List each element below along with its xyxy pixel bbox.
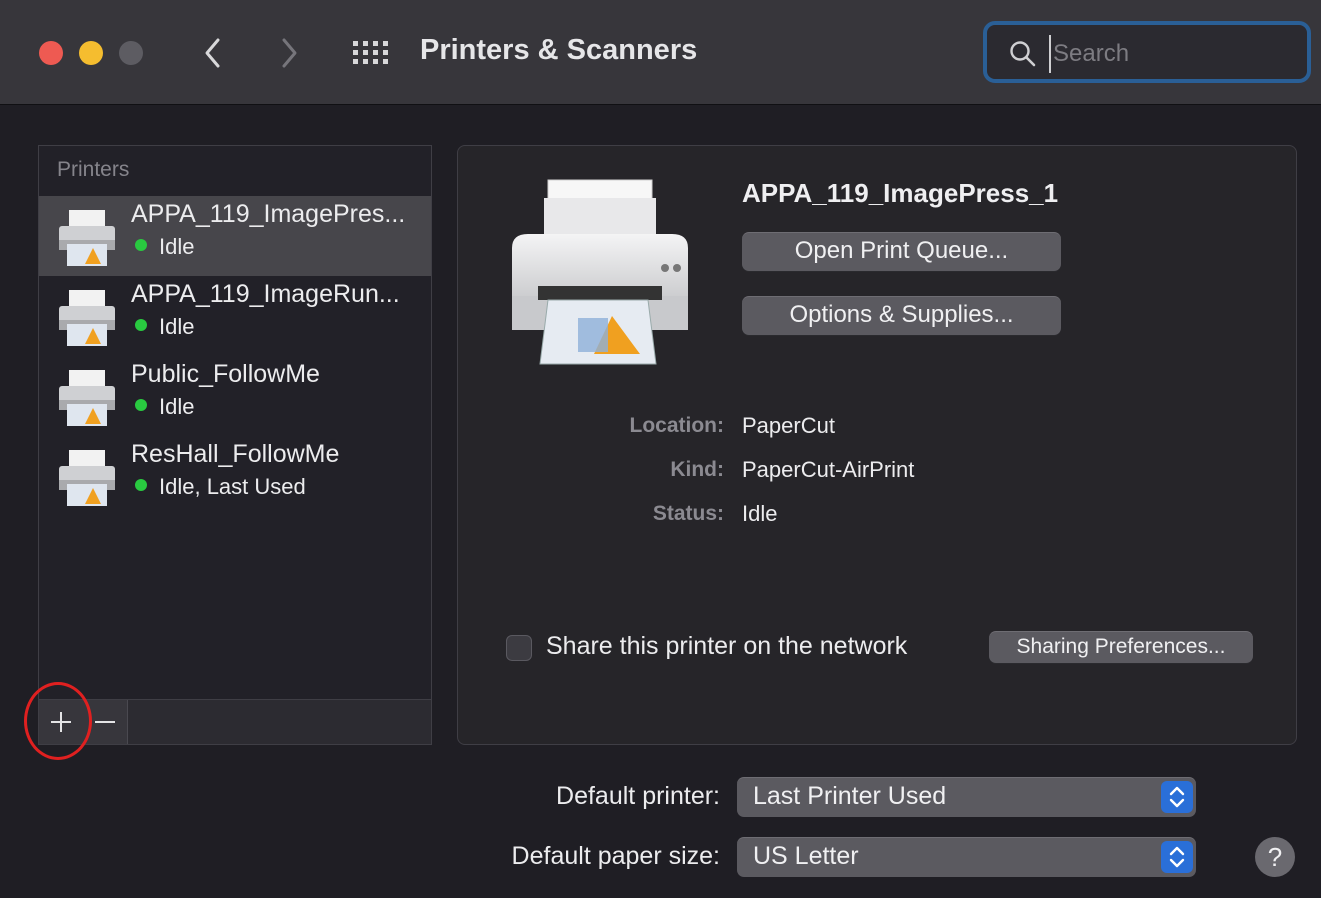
grid-icon bbox=[353, 41, 388, 64]
minus-icon bbox=[95, 721, 115, 723]
up-down-chevron-icon bbox=[1169, 786, 1185, 808]
printer-name: APPA_119_ImagePres... bbox=[131, 200, 406, 228]
forward-button[interactable] bbox=[270, 34, 310, 72]
share-printer-checkbox[interactable] bbox=[506, 635, 532, 661]
options-supplies-button[interactable]: Options & Supplies... bbox=[742, 296, 1061, 335]
chevron-right-icon bbox=[282, 38, 297, 68]
printer-status: Idle bbox=[159, 234, 195, 259]
printer-list-item[interactable]: APPA_119_ImageRun... Idle bbox=[39, 276, 431, 356]
status-dot bbox=[135, 239, 147, 251]
search-input[interactable] bbox=[1049, 35, 1295, 73]
kind-value: PaperCut-AirPrint bbox=[742, 457, 915, 482]
status-dot bbox=[135, 479, 147, 491]
default-printer-select[interactable]: Last Printer Used bbox=[737, 777, 1196, 817]
back-button[interactable] bbox=[194, 34, 234, 72]
sharing-preferences-button[interactable]: Sharing Preferences... bbox=[989, 631, 1253, 663]
printer-icon bbox=[59, 370, 115, 426]
annotation-circle bbox=[24, 682, 92, 760]
printer-list-item[interactable]: ResHall_FollowMe Idle, Last Used bbox=[39, 436, 431, 516]
search-icon bbox=[1010, 41, 1036, 67]
status-dot bbox=[135, 319, 147, 331]
popup-stepper bbox=[1161, 841, 1193, 873]
default-paper-value: US Letter bbox=[753, 842, 859, 870]
default-printer-value: Last Printer Used bbox=[753, 782, 947, 810]
show-all-button[interactable] bbox=[352, 40, 390, 66]
popup-stepper bbox=[1161, 781, 1193, 813]
printer-details-panel: APPA_119_ImagePress_1 Open Print Queue..… bbox=[457, 145, 1297, 745]
printer-icon bbox=[59, 210, 115, 266]
printer-list-item[interactable]: APPA_119_ImagePres... Idle bbox=[39, 196, 431, 276]
printer-list-item[interactable]: Public_FollowMe Idle bbox=[39, 356, 431, 436]
close-window-button[interactable] bbox=[39, 41, 63, 65]
printer-icon bbox=[59, 290, 115, 346]
default-paper-label: Default paper size: bbox=[511, 842, 720, 870]
location-value: PaperCut bbox=[742, 413, 835, 438]
default-printer-label: Default printer: bbox=[556, 782, 720, 810]
selected-printer-name: APPA_119_ImagePress_1 bbox=[742, 178, 1059, 208]
kind-label: Kind: bbox=[670, 458, 724, 481]
default-paper-select[interactable]: US Letter bbox=[737, 837, 1196, 877]
location-label: Location: bbox=[629, 414, 725, 437]
share-printer-label: Share this printer on the network bbox=[546, 632, 908, 660]
help-button[interactable]: ? bbox=[1255, 837, 1295, 877]
up-down-chevron-icon bbox=[1169, 846, 1185, 868]
printer-status: Idle bbox=[159, 314, 195, 339]
printer-name: Public_FollowMe bbox=[131, 360, 320, 388]
status-value: Idle bbox=[742, 501, 778, 526]
chevron-left-icon bbox=[205, 38, 220, 68]
printer-large-icon bbox=[512, 179, 688, 365]
minimize-window-button[interactable] bbox=[79, 41, 103, 65]
status-dot bbox=[135, 399, 147, 411]
open-print-queue-button[interactable]: Open Print Queue... bbox=[742, 232, 1061, 271]
printer-name: APPA_119_ImageRun... bbox=[131, 280, 400, 308]
printer-name: ResHall_FollowMe bbox=[131, 440, 340, 468]
printer-icon bbox=[59, 450, 115, 506]
window-title: Printers & Scanners bbox=[420, 34, 698, 66]
printer-list-toolbar bbox=[38, 699, 432, 745]
printer-list-header: Printers bbox=[57, 158, 130, 181]
search-field[interactable] bbox=[983, 21, 1311, 83]
printer-status: Idle, Last Used bbox=[159, 474, 306, 499]
zoom-window-button[interactable] bbox=[119, 41, 143, 65]
title-bar: Printers & Scanners bbox=[0, 0, 1321, 105]
status-label: Status: bbox=[652, 502, 724, 525]
printer-list: Printers APPA_119_ImagePres... Idle APPA… bbox=[38, 145, 432, 699]
printer-status: Idle bbox=[159, 394, 195, 419]
